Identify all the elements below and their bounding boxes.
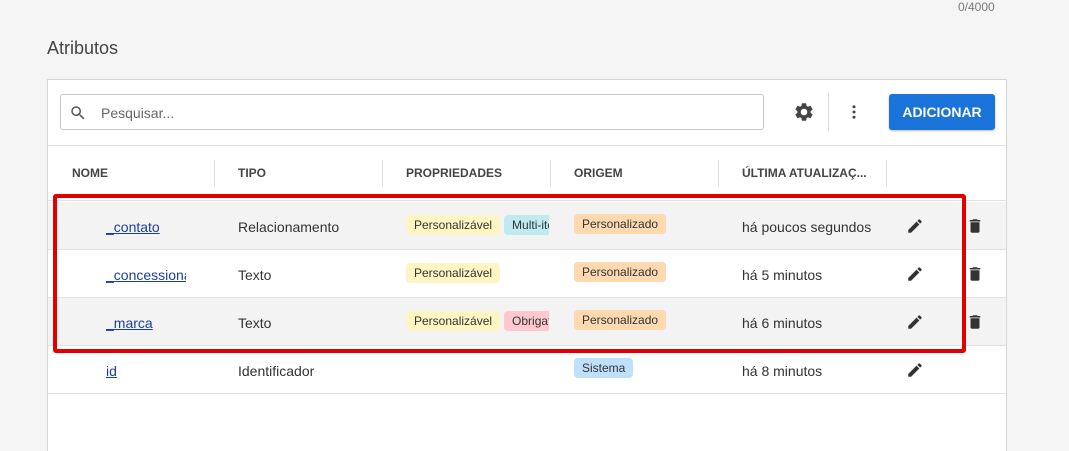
edit-icon[interactable]: [906, 265, 924, 283]
edit-icon[interactable]: [906, 361, 924, 379]
search-input[interactable]: [101, 101, 751, 125]
character-counter: 0/4000: [958, 0, 995, 14]
column-separator: [886, 160, 887, 186]
property-chip: Obrigat: [504, 311, 549, 331]
property-chip: Multi-ite: [504, 215, 549, 235]
table-header: NOME TIPO PROPRIEDADES ORIGEM ÚLTIMA ATU…: [48, 146, 1006, 201]
property-chips: Personalizável: [406, 263, 549, 285]
origin-cell: Personalizado: [574, 310, 670, 330]
column-separator: [550, 160, 551, 186]
column-header-origin[interactable]: ORIGEM: [574, 166, 623, 180]
table-row: _marca Texto Personalizável Obrigat Perso…: [48, 298, 1006, 346]
search-icon: [71, 106, 85, 120]
toolbar-divider: [828, 93, 829, 131]
attributes-card: ADICIONAR NOME TIPO PROPRIEDADES ORIGEM …: [47, 79, 1007, 451]
origin-chip: Personalizado: [574, 262, 667, 282]
property-chips: PersonalizávelMulti-ite: [406, 215, 549, 237]
delete-icon[interactable]: [966, 313, 984, 331]
property-chip: Personalizável: [406, 263, 501, 283]
delete-icon[interactable]: [966, 217, 984, 235]
last-updated: há 5 minutos: [742, 267, 823, 283]
column-separator: [382, 160, 383, 186]
origin-cell: Sistema: [574, 358, 637, 378]
origin-chip: Sistema: [574, 358, 634, 378]
gear-icon[interactable]: [793, 101, 815, 123]
attribute-name-link[interactable]: id: [106, 363, 186, 379]
search-box[interactable]: [60, 94, 764, 130]
property-chip: Personalizável: [406, 311, 501, 331]
table-row: _concessiona Texto Personalizável Person…: [48, 250, 1006, 298]
section-title: Atributos: [47, 38, 119, 58]
last-updated: há 6 minutos: [742, 315, 823, 331]
column-separator: [718, 160, 719, 186]
edit-icon[interactable]: [906, 313, 924, 331]
origin-cell: Personalizado: [574, 214, 670, 234]
delete-icon[interactable]: [966, 265, 984, 283]
column-header-type[interactable]: TIPO: [238, 166, 266, 180]
origin-chip: Personalizado: [574, 310, 667, 330]
property-chips: [406, 359, 549, 381]
table-row: _contato Relacionamento Personalizável Mu…: [48, 202, 1006, 250]
attribute-type: Relacionamento: [238, 219, 340, 235]
origin-chip: Personalizado: [574, 214, 667, 234]
last-updated: há poucos segundos: [742, 219, 872, 235]
attribute-name-link[interactable]: _concessiona: [106, 267, 186, 283]
column-header-last-update[interactable]: ÚLTIMA ATUALIZAÇ...: [742, 166, 867, 180]
more-vert-icon[interactable]: [845, 101, 863, 123]
attribute-type: Identificador: [238, 363, 315, 379]
property-chips: Personalizável Obrigat: [406, 311, 549, 333]
edit-icon[interactable]: [906, 217, 924, 235]
column-header-properties[interactable]: PROPRIEDADES: [406, 166, 502, 180]
attribute-type: Texto: [238, 315, 272, 331]
table-row: id Identificador Sistema há 8 minutos: [48, 346, 1006, 394]
column-separator: [214, 160, 215, 186]
table-toolbar: ADICIONAR: [48, 80, 1006, 146]
attribute-name-link[interactable]: _marca: [106, 315, 186, 331]
property-chip: Personalizável: [406, 215, 501, 235]
attribute-name-link[interactable]: _contato: [106, 219, 186, 235]
attribute-type: Texto: [238, 267, 272, 283]
column-header-name[interactable]: NOME: [72, 166, 108, 180]
origin-cell: Personalizado: [574, 262, 670, 282]
last-updated: há 8 minutos: [742, 363, 823, 379]
add-button[interactable]: ADICIONAR: [889, 94, 995, 130]
